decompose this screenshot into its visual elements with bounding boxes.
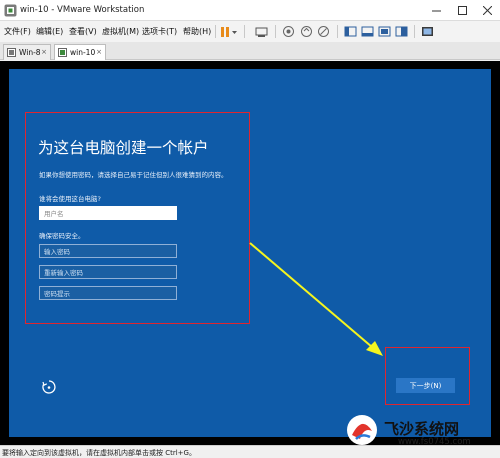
window-title: win-10 - VMware Workstation [20, 5, 145, 15]
confirm-password-field[interactable]: 重新输入密码 [39, 265, 177, 279]
vmware-app-icon [4, 4, 17, 17]
fullscreen-icon [378, 26, 391, 37]
maximize-button[interactable] [449, 0, 475, 21]
close-button[interactable] [474, 0, 500, 21]
menu-tabs[interactable]: 选项卡(T) [142, 26, 177, 37]
pause-icon [221, 26, 237, 37]
vm-icon [58, 48, 67, 57]
toolbar-separator [244, 25, 245, 38]
close-icon [482, 6, 492, 15]
username-field[interactable]: 用户名 [39, 206, 177, 220]
send-ctrl-alt-del-button[interactable] [254, 24, 269, 39]
watermark-logo [347, 415, 377, 445]
next-button[interactable]: 下一步(N) [396, 378, 455, 393]
console-view-icon [422, 27, 433, 36]
intro-text: 如果你想使用密码，请选择自己易于记住但别人很难猜到的内容。 [39, 171, 228, 179]
title-bar: win-10 - VMware Workstation [0, 0, 500, 21]
user-prompt-label: 谁将会使用这台电脑? [39, 195, 101, 203]
page-title: 为这台电脑创建一个帐户 [38, 139, 209, 157]
snapshot-button[interactable] [281, 24, 296, 39]
status-text: 要将输入定向到该虚拟机，请在虚拟机内部单击或按 Ctrl+G。 [2, 449, 196, 457]
tab-win-8[interactable]: Win-8 × [3, 44, 51, 60]
unity-icon [395, 26, 408, 37]
menu-view[interactable]: 查看(V) [69, 26, 97, 37]
unity-button[interactable] [394, 24, 409, 39]
password-prompt-label: 确保密码安全。 [39, 232, 85, 240]
close-icon[interactable]: × [41, 48, 47, 56]
snapshot-icon [283, 26, 294, 37]
tab-bar: Win-8 × win-10 × [0, 42, 500, 60]
menu-toolbar: 文件(F) 编辑(E) 查看(V) 虚拟机(M) 选项卡(T) 帮助(H) [0, 21, 500, 42]
revert-snapshot-button[interactable] [299, 24, 314, 39]
watermark-title: 飞沙系统网 [384, 420, 460, 438]
menu-edit[interactable]: 编辑(E) [36, 26, 63, 37]
maximize-icon [457, 6, 467, 15]
fullscreen-button[interactable] [377, 24, 392, 39]
close-icon[interactable]: × [96, 48, 102, 56]
menu-file[interactable]: 文件(F) [4, 26, 31, 37]
snapshot-manager-button[interactable] [316, 24, 331, 39]
toolbar-separator [414, 25, 415, 38]
console-view-button[interactable] [420, 24, 435, 39]
tab-win-10[interactable]: win-10 × [54, 44, 106, 60]
menu-help[interactable]: 帮助(H) [183, 26, 211, 37]
status-bar: 要将输入定向到该虚拟机，请在虚拟机内部单击或按 Ctrl+G。 [0, 445, 500, 458]
show-library-button[interactable] [343, 24, 358, 39]
toolbar-separator [337, 25, 338, 38]
send-keys-icon [255, 27, 268, 37]
thumbnail-icon [361, 26, 374, 37]
minimize-icon [431, 10, 441, 12]
password-hint-field[interactable]: 密码提示 [39, 286, 177, 300]
vm-icon [7, 48, 16, 57]
tab-label: Win-8 [19, 48, 41, 57]
password-field[interactable]: 输入密码 [39, 244, 177, 258]
sidebar-icon [344, 26, 357, 37]
next-highlight-box [385, 347, 470, 405]
show-thumbnail-button[interactable] [360, 24, 375, 39]
tab-label: win-10 [70, 48, 96, 57]
menu-vm[interactable]: 虚拟机(M) [102, 26, 139, 37]
revert-snapshot-icon [301, 26, 312, 37]
toolbar-separator [215, 25, 216, 38]
toolbar-separator [275, 25, 276, 38]
snapshot-manager-icon [318, 26, 329, 37]
pause-button[interactable] [219, 24, 239, 39]
ease-of-access-icon[interactable] [41, 379, 57, 395]
minimize-button[interactable] [423, 0, 449, 21]
